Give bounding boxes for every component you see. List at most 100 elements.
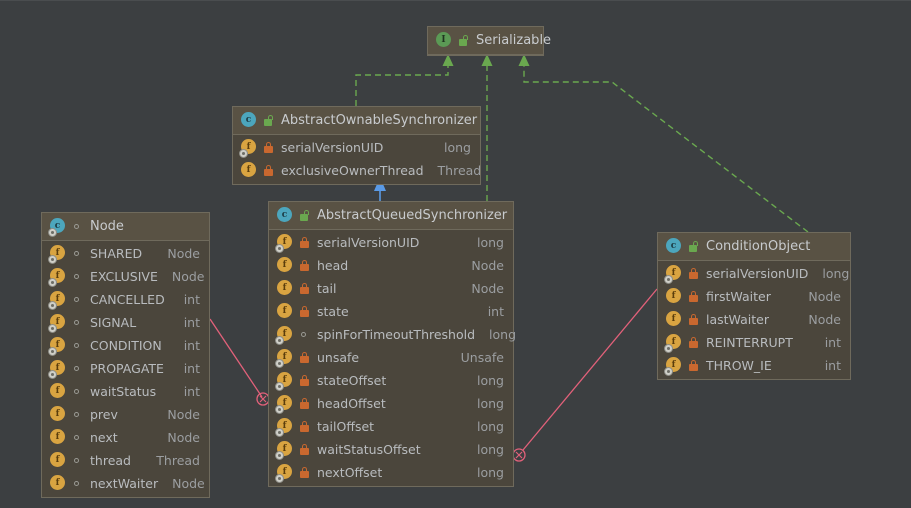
member-name: thread <box>90 453 131 468</box>
class-node-abstract-queued-synchronizer[interactable]: c AbstractQueuedSynchronizer fserialVersio… <box>268 201 514 487</box>
package-private-icon <box>299 328 310 341</box>
static-modifier-icon <box>664 344 673 353</box>
member-name: tailOffset <box>317 419 374 434</box>
member-type: Node <box>153 430 200 445</box>
member-list: fSHAREDNodefEXCLUSIVENodefCANCELLEDintfS… <box>42 241 209 497</box>
private-lock-icon <box>299 420 310 433</box>
member-row[interactable]: fSHAREDNode <box>42 242 209 265</box>
package-private-icon <box>72 385 83 398</box>
class-node-condition-object[interactable]: cConditionObjectfserialVersionUIDlongffi… <box>657 232 851 380</box>
member-type: Node <box>457 258 504 273</box>
package-private-icon <box>72 339 83 352</box>
member-name: next <box>90 430 118 445</box>
member-name: PROPAGATE <box>90 361 164 376</box>
member-row[interactable]: ffirstWaiterNode <box>658 285 850 308</box>
private-lock-icon <box>688 336 699 349</box>
static-modifier-icon <box>664 367 673 376</box>
package-private-icon <box>72 247 83 260</box>
member-name: THROW_IE <box>706 358 772 373</box>
static-modifier-icon <box>48 228 57 237</box>
private-lock-icon <box>263 141 274 154</box>
member-row[interactable]: fnextOffsetlong <box>269 461 513 484</box>
member-row[interactable]: fexclusiveOwnerThreadThread <box>233 159 480 182</box>
member-row[interactable]: fSIGNALint <box>42 311 209 334</box>
class-node-header[interactable]: c AbstractQueuedSynchronizer <box>269 202 513 230</box>
member-row[interactable]: fCONDITIONint <box>42 334 209 357</box>
member-row[interactable]: fstateint <box>269 300 513 323</box>
class-node-title: ConditionObject <box>706 239 810 254</box>
member-type: Unsafe <box>447 350 504 365</box>
member-name: prev <box>90 407 118 422</box>
member-type: int <box>170 384 200 399</box>
member-type: Thread <box>424 163 482 178</box>
member-row[interactable]: fwaitStatusint <box>42 380 209 403</box>
member-type: long <box>475 327 516 342</box>
interface-icon: I <box>436 32 453 49</box>
member-type: Node <box>158 476 205 491</box>
member-list: fserialVersionUIDlongfheadNodeftailNodef… <box>269 230 513 486</box>
private-lock-icon <box>299 236 310 249</box>
field-icon: f <box>50 475 67 492</box>
member-name: CONDITION <box>90 338 162 353</box>
static-field-icon: f <box>277 395 294 412</box>
class-node-header[interactable]: cAbstractOwnableSynchronizer <box>233 107 480 135</box>
private-lock-icon <box>688 313 699 326</box>
member-type: int <box>474 304 504 319</box>
member-name: nextOffset <box>317 465 382 480</box>
member-type: long <box>463 235 504 250</box>
member-list: fserialVersionUIDlongffirstWaiterNodefla… <box>658 261 850 379</box>
member-row[interactable]: ftailOffsetlong <box>269 415 513 438</box>
member-row[interactable]: ftailNode <box>269 277 513 300</box>
field-icon: f <box>666 288 683 305</box>
class-node-serializable[interactable]: ISerializable <box>427 26 544 56</box>
member-row[interactable]: flastWaiterNode <box>658 308 850 331</box>
package-private-icon <box>72 270 83 283</box>
class-node-node[interactable]: cNodefSHAREDNodefEXCLUSIVENodefCANCELLED… <box>41 212 210 498</box>
member-row[interactable]: fnextWaiterNode <box>42 472 209 495</box>
member-row[interactable]: fstateOffsetlong <box>269 369 513 392</box>
static-field-icon: f <box>277 234 294 251</box>
member-row[interactable]: fheadNode <box>269 254 513 277</box>
member-row[interactable]: fPROPAGATEint <box>42 357 209 380</box>
public-unlocked-icon <box>458 34 469 47</box>
member-row[interactable]: fnextNode <box>42 426 209 449</box>
abstract-class-icon: c <box>277 207 294 224</box>
member-name: waitStatus <box>90 384 156 399</box>
member-row[interactable]: fCANCELLEDint <box>42 288 209 311</box>
class-node-header[interactable]: cConditionObject <box>658 233 850 261</box>
class-node-title: AbstractQueuedSynchronizer <box>317 208 507 223</box>
static-modifier-icon <box>48 347 57 356</box>
member-name: firstWaiter <box>706 289 771 304</box>
static-modifier-icon <box>275 405 284 414</box>
member-name: serialVersionUID <box>281 140 383 155</box>
member-row[interactable]: fheadOffsetlong <box>269 392 513 415</box>
member-row[interactable]: fspinForTimeoutThresholdlong <box>269 323 513 346</box>
member-name: tail <box>317 281 337 296</box>
member-row[interactable]: funsafeUnsafe <box>269 346 513 369</box>
private-lock-icon <box>299 282 310 295</box>
member-row[interactable]: fEXCLUSIVENode <box>42 265 209 288</box>
package-private-icon <box>72 431 83 444</box>
static-field-icon: f <box>50 360 67 377</box>
class-node-header[interactable]: ISerializable <box>428 27 543 55</box>
public-unlocked-icon <box>688 240 699 253</box>
static-field-icon: f <box>666 265 683 282</box>
static-field-icon: f <box>277 349 294 366</box>
member-row[interactable]: fserialVersionUIDlong <box>658 262 850 285</box>
member-type: long <box>463 419 504 434</box>
class-node-abstract-ownable-synchronizer[interactable]: cAbstractOwnableSynchronizerfserialVersi… <box>232 106 481 185</box>
member-row[interactable]: fserialVersionUIDlong <box>233 136 480 159</box>
member-row[interactable]: fprevNode <box>42 403 209 426</box>
member-row[interactable]: fwaitStatusOffsetlong <box>269 438 513 461</box>
member-row[interactable]: fREINTERRUPTint <box>658 331 850 354</box>
member-row[interactable]: fthreadThread <box>42 449 209 472</box>
diagram-canvas[interactable]: ISerializable cAbstractOwnableSynchronize… <box>0 0 911 507</box>
member-name: head <box>317 258 348 273</box>
static-modifier-icon <box>275 244 284 253</box>
private-lock-icon <box>299 305 310 318</box>
member-row[interactable]: fserialVersionUIDlong <box>269 231 513 254</box>
member-row[interactable]: fTHROW_IEint <box>658 354 850 377</box>
member-type: Thread <box>142 453 200 468</box>
class-node-header[interactable]: cNode <box>42 213 209 241</box>
package-private-icon <box>72 293 83 306</box>
